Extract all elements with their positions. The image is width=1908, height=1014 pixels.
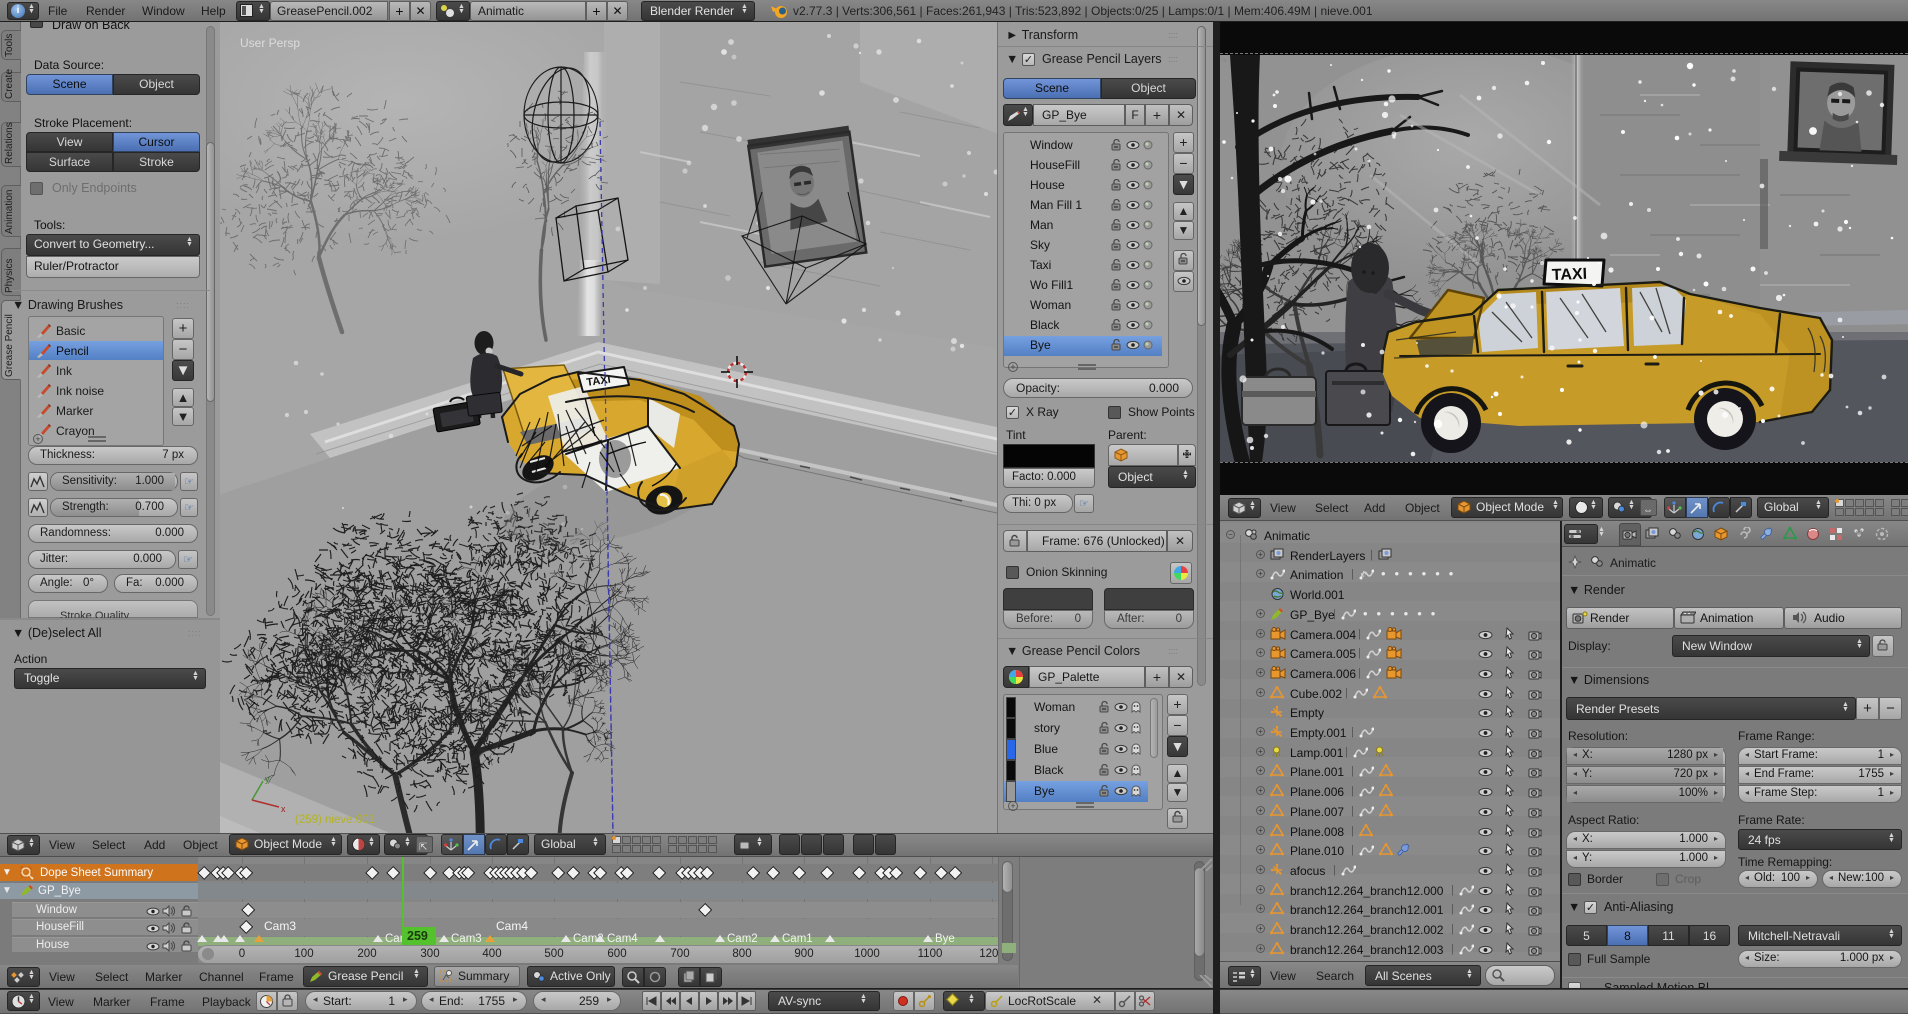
- svg-text:y: y: [265, 774, 270, 784]
- svg-text:(259) nieve.001: (259) nieve.001: [295, 814, 375, 826]
- svg-text:x: x: [281, 804, 286, 814]
- svg-text:TAXI: TAXI: [1552, 266, 1588, 284]
- svg-text:User Persp: User Persp: [240, 36, 300, 50]
